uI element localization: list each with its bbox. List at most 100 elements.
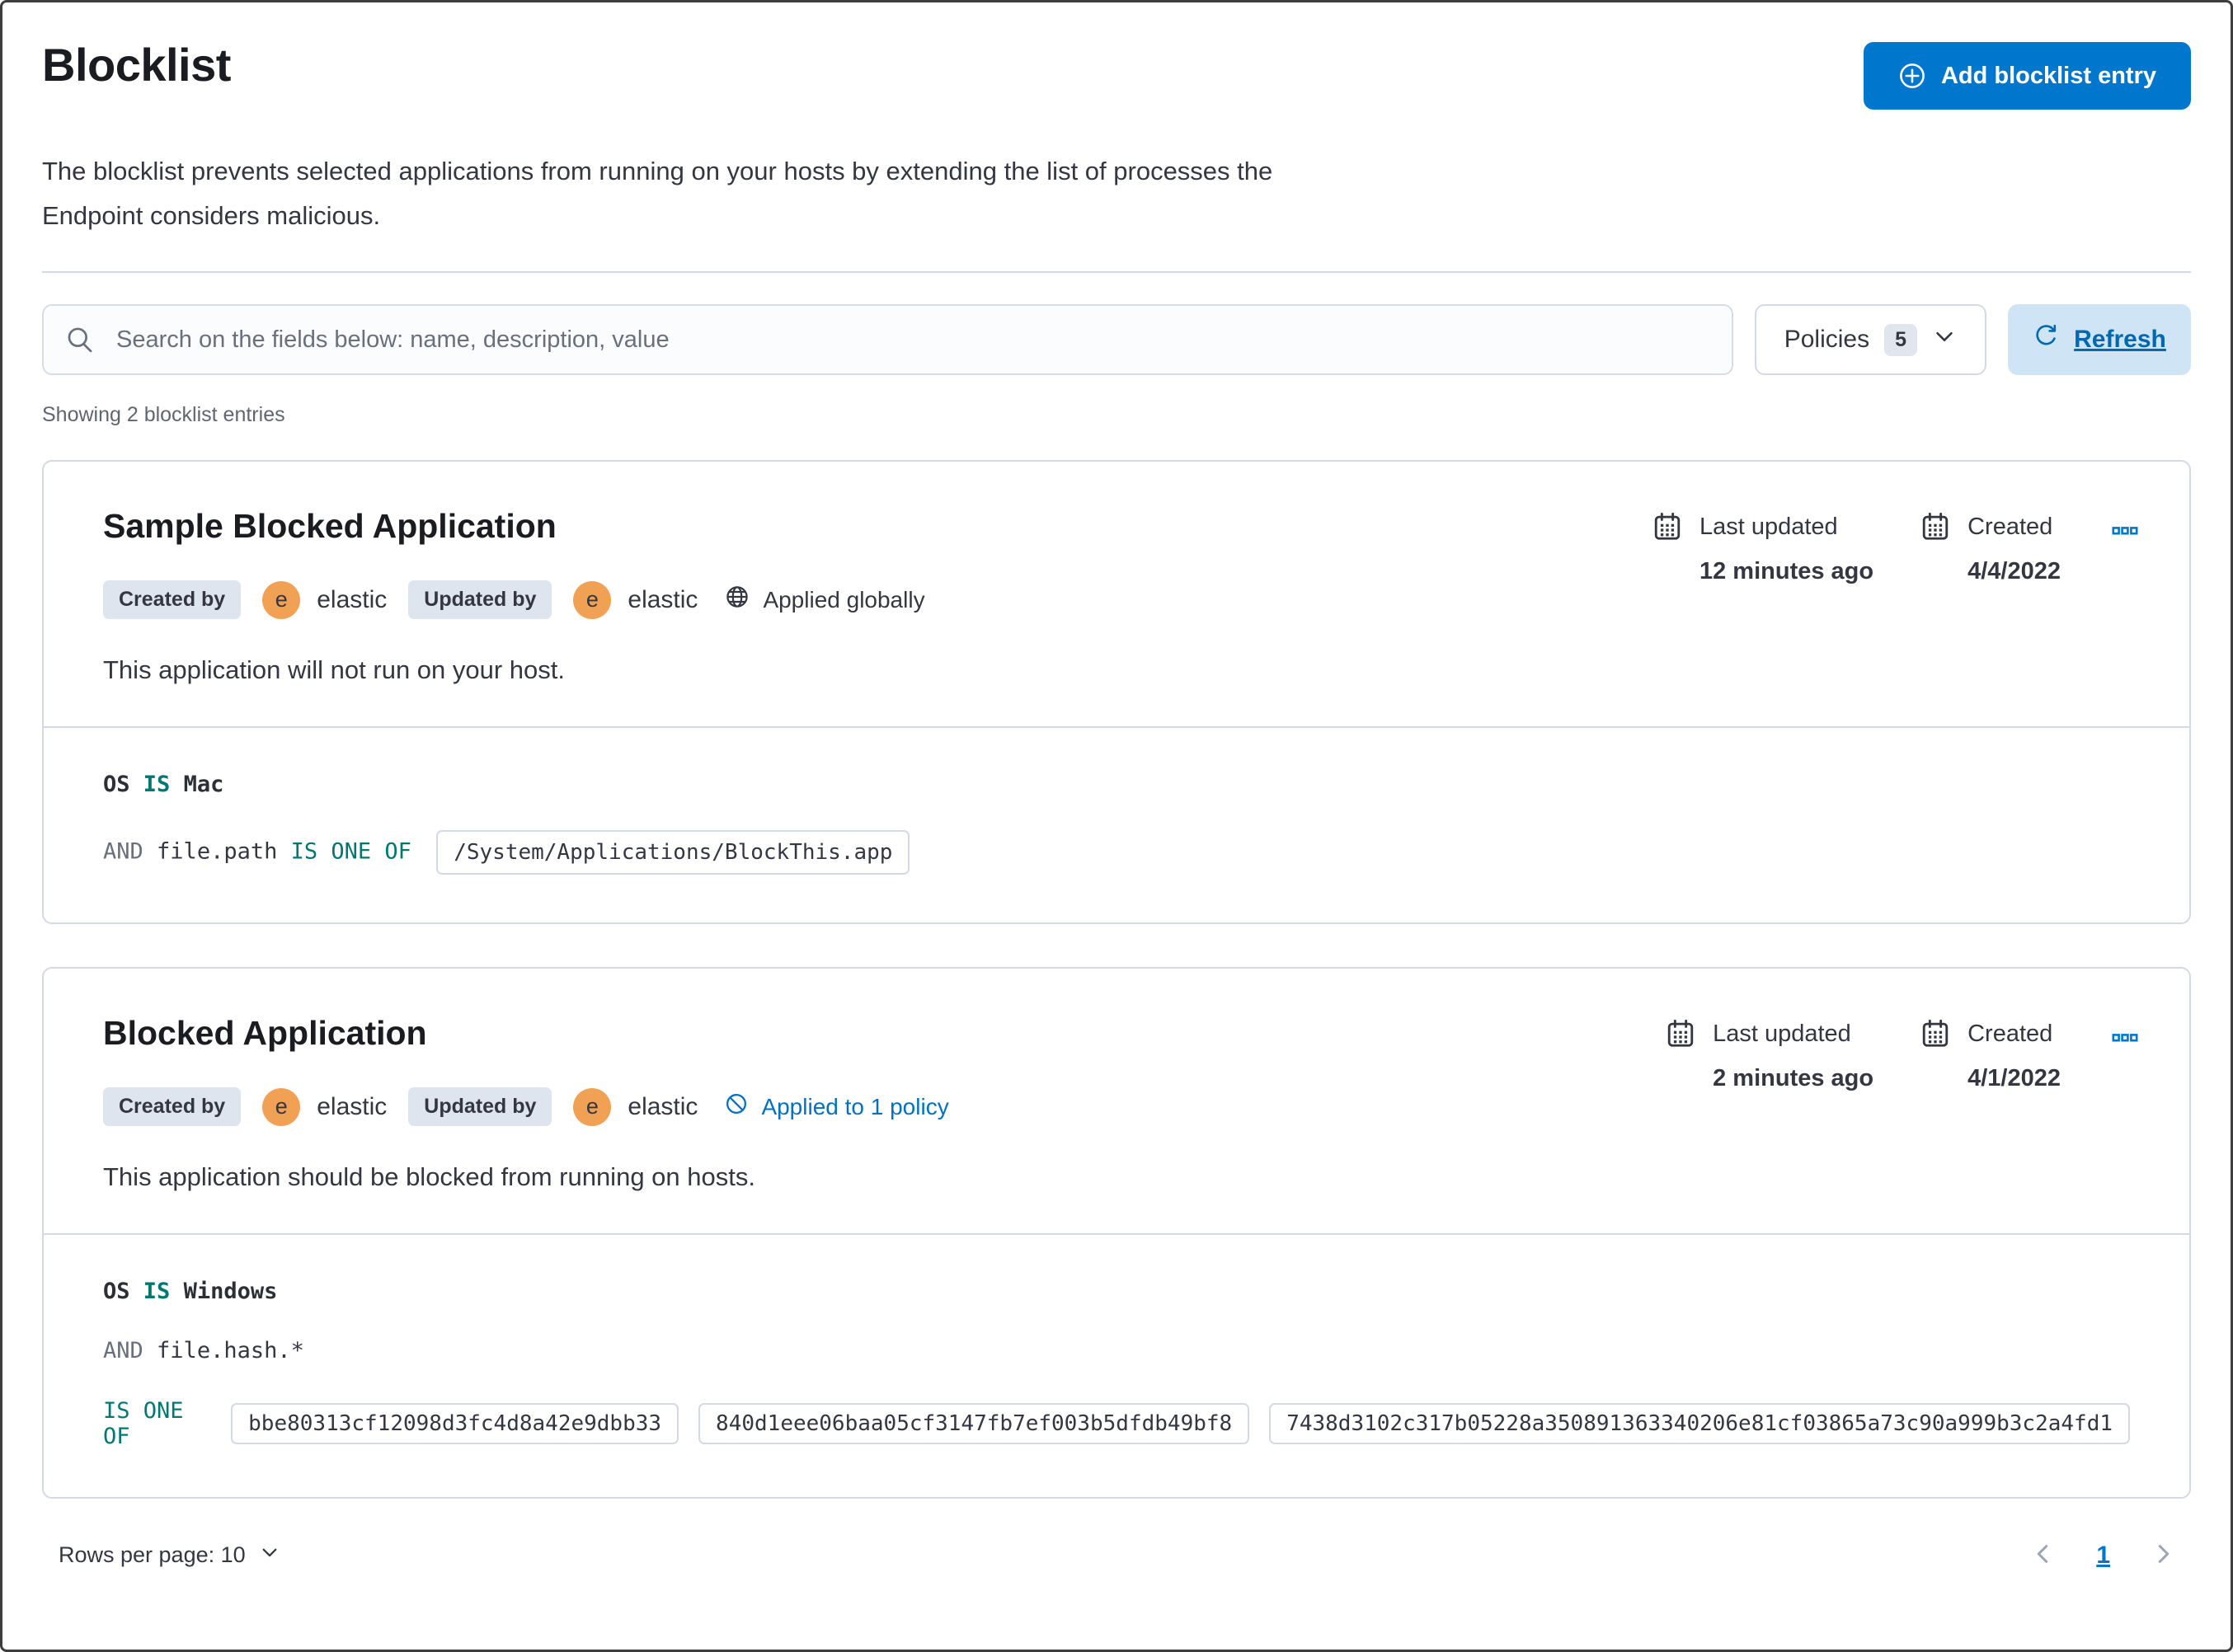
rows-per-page-label: Rows per page: 10 [59, 1542, 246, 1567]
entry-title: Sample Blocked Application [103, 507, 557, 545]
rows-per-page-button[interactable]: Rows per page: 10 [54, 1541, 285, 1570]
entry-meta-badges: Created by e elastic Updated by e elasti… [103, 1087, 949, 1126]
created-by-username: elastic [317, 1092, 388, 1120]
entry-description: This application will not run on your ho… [103, 655, 566, 684]
last-updated-text: Last updated 12 minutes ago [1699, 511, 1873, 585]
boxes-horizontal-icon [2112, 527, 2138, 547]
criteria-operator: IS ONE OF [103, 1398, 184, 1449]
search-icon [65, 325, 95, 359]
last-updated-block: Last updated 12 minutes ago [1652, 511, 1873, 585]
page-description-line2: Endpoint considers malicious. [42, 201, 381, 230]
criteria-os-line: OS IS Mac [103, 771, 2130, 799]
chevron-down-icon [259, 1542, 280, 1569]
criteria-condition-line: AND file.path IS ONE OF /System/Applicat… [103, 830, 2130, 875]
last-updated-label: Last updated [1699, 514, 1838, 540]
calendar-icon [1920, 1018, 1951, 1092]
avatar: e [262, 1087, 301, 1126]
add-blocklist-entry-label: Add blocklist entry [1940, 62, 2156, 89]
created-by-username: elastic [317, 585, 388, 613]
entry-actions-menu-button[interactable] [2107, 513, 2143, 551]
policies-count-badge: 5 [1884, 323, 1917, 356]
page-number-1[interactable]: 1 [2091, 1541, 2115, 1570]
updated-by-username: elastic [628, 585, 698, 613]
created-by-badge: Created by [103, 580, 242, 619]
blocklist-entry-card-sample-blocked-application: Sample Blocked Application Created by e … [42, 460, 2191, 924]
next-page-button[interactable] [2148, 1538, 2179, 1572]
add-blocklist-entry-button[interactable]: Add blocklist entry [1863, 42, 2191, 110]
created-value: 4/4/2022 [1967, 558, 2061, 584]
criteria-os-operator: IS [143, 1279, 171, 1304]
card-header-right: Last updated 12 minutes ago Created 4/4/… [1652, 506, 2143, 585]
created-text: Created 4/1/2022 [1967, 1018, 2061, 1092]
criteria-os-field: OS [103, 772, 130, 797]
toolbar: Policies 5 Refresh [42, 304, 2191, 375]
last-updated-text: Last updated 2 minutes ago [1713, 1018, 1873, 1092]
applied-globally-indicator: Applied globally [724, 584, 925, 616]
created-label: Created [1967, 1021, 2053, 1047]
entry-criteria: OS IS Mac AND file.path IS ONE OF /Syste… [44, 728, 2189, 922]
created-value: 4/1/2022 [1967, 1065, 2061, 1091]
refresh-icon [2033, 323, 2059, 356]
entry-title: Blocked Application [103, 1014, 427, 1052]
last-updated-label: Last updated [1713, 1021, 1851, 1047]
scope-label: Applied to 1 policy [761, 1093, 949, 1119]
card-header-left: Sample Blocked Application Created by e … [103, 506, 925, 619]
card-header: Sample Blocked Application Created by e … [44, 462, 2189, 619]
last-updated-block: Last updated 2 minutes ago [1665, 1018, 1873, 1092]
plus-in-circle-icon [1898, 62, 1926, 90]
policies-filter-button[interactable]: Policies 5 [1754, 304, 1986, 375]
created-by-badge: Created by [103, 1087, 242, 1126]
criteria-value-pill: bbe80313cf12098d3fc4d8a42e9dbb33 [231, 1403, 679, 1444]
entry-criteria: OS IS Windows AND file.hash.* IS ONE OF … [44, 1235, 2189, 1497]
card-header-left: Blocked Application Created by e elastic… [103, 1013, 949, 1126]
updated-by-badge: Updated by [408, 1087, 552, 1126]
chevron-right-icon [2151, 1545, 2176, 1569]
page-header: Blocklist Add blocklist entry [42, 39, 2191, 110]
criteria-value-pill: /System/Applications/BlockThis.app [436, 830, 910, 875]
criteria-os-line: OS IS Windows [103, 1278, 2130, 1306]
criteria-os-value: Windows [183, 1279, 278, 1304]
scope-label: Applied globally [763, 586, 925, 612]
entry-description: This application should be blocked from … [103, 1162, 755, 1191]
entry-actions-menu-button[interactable] [2107, 1020, 2143, 1058]
updated-by-badge: Updated by [408, 580, 552, 619]
created-text: Created 4/4/2022 [1967, 511, 2061, 585]
partial-policy-icon [724, 1091, 749, 1122]
criteria-os-value: Mac [183, 772, 224, 797]
globe-icon [724, 584, 750, 616]
search-field-wrap [42, 304, 1733, 375]
criteria-value-pill: 840d1eee06baa05cf3147fb7ef003b5dfdb49bf8 [698, 1403, 1250, 1444]
avatar: e [262, 580, 301, 619]
chevron-left-icon [2030, 1545, 2055, 1569]
card-header: Blocked Application Created by e elastic… [44, 969, 2189, 1126]
entry-meta-badges: Created by e elastic Updated by e elasti… [103, 580, 925, 619]
blocklist-page: Blocklist Add blocklist entry The blockl… [0, 0, 2233, 1652]
blocklist-entry-card-blocked-application: Blocked Application Created by e elastic… [42, 967, 2191, 1499]
refresh-label: Refresh [2074, 326, 2166, 353]
previous-page-button[interactable] [2027, 1538, 2058, 1572]
search-input[interactable] [42, 304, 1733, 375]
applied-to-policy-link[interactable]: Applied to 1 policy [724, 1091, 949, 1122]
criteria-os-operator: IS [143, 772, 171, 797]
criteria-value-pill: 7438d3102c317b05228a350891363340206e81cf… [1269, 1403, 2130, 1444]
page-description-line1: The blocklist prevents selected applicat… [42, 157, 1273, 185]
policies-filter-label: Policies [1784, 326, 1870, 353]
chevron-down-icon [1932, 324, 1957, 355]
last-updated-value: 2 minutes ago [1713, 1065, 1874, 1091]
refresh-button[interactable]: Refresh [2008, 304, 2191, 375]
created-label: Created [1967, 514, 2053, 540]
calendar-icon [1665, 1018, 1696, 1092]
criteria-field: file.hash.* [157, 1338, 304, 1363]
updated-by-username: elastic [628, 1092, 698, 1120]
avatar: e [573, 580, 612, 619]
criteria-conjunction: AND [103, 838, 143, 865]
created-block: Created 4/4/2022 [1920, 511, 2061, 585]
page-description: The blocklist prevents selected applicat… [42, 149, 2191, 238]
criteria-os-field: OS [103, 1279, 130, 1304]
created-block: Created 4/1/2022 [1920, 1018, 2061, 1092]
boxes-horizontal-icon [2112, 1034, 2138, 1054]
table-footer: Rows per page: 10 1 [42, 1538, 2191, 1572]
results-count: Showing 2 blocklist entries [42, 403, 285, 426]
calendar-icon [1920, 511, 1951, 585]
criteria-field: file.path [157, 838, 278, 865]
